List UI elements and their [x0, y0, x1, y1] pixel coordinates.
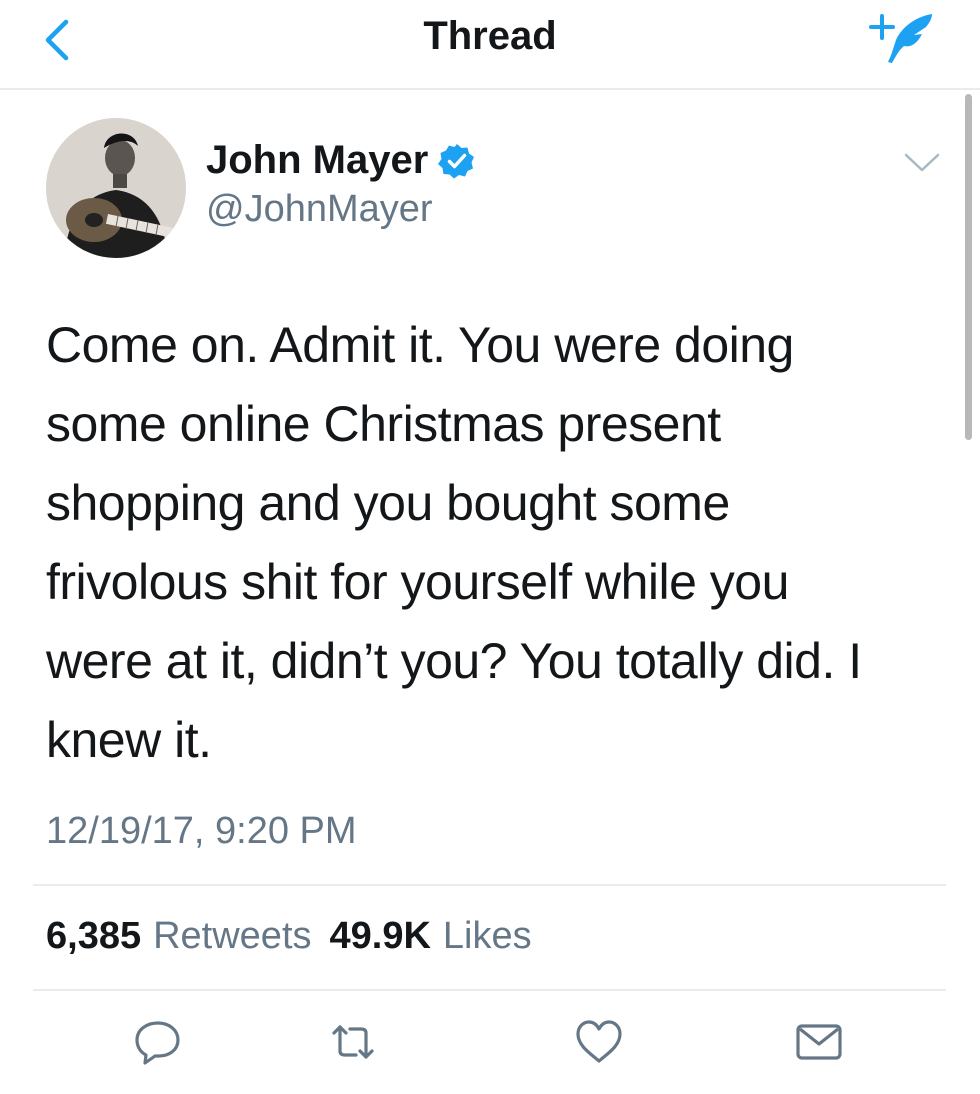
divider	[33, 989, 946, 991]
share-icon[interactable]	[794, 1017, 844, 1067]
avatar[interactable]	[46, 118, 186, 258]
author-name-row[interactable]: John Mayer	[206, 138, 476, 183]
like-icon[interactable]	[574, 1017, 624, 1067]
retweet-icon[interactable]	[328, 1017, 378, 1067]
divider	[33, 884, 946, 886]
likes-label[interactable]: Likes	[443, 915, 532, 958]
compose-tweet-icon[interactable]	[868, 8, 940, 68]
navigation-bar: Thread	[0, 0, 980, 90]
author-name[interactable]: John Mayer	[206, 138, 428, 183]
tweet-timestamp: 12/19/17, 9:20 PM	[46, 810, 357, 852]
page-title: Thread	[423, 14, 557, 58]
tweet-stats: 6,385 Retweets 49.9K Likes	[46, 915, 550, 958]
reply-icon[interactable]	[133, 1017, 183, 1067]
likes-count[interactable]: 49.9K	[330, 915, 431, 958]
retweets-label[interactable]: Retweets	[153, 915, 311, 958]
retweets-count[interactable]: 6,385	[46, 915, 141, 958]
avatar-photo	[46, 118, 186, 258]
verified-badge-icon	[438, 143, 475, 178]
author-handle[interactable]: @JohnMayer	[206, 188, 433, 231]
tweet-text: Come on. Admit it. You were doing some o…	[46, 317, 862, 768]
chevron-down-icon[interactable]	[902, 150, 942, 176]
scrollbar[interactable]	[965, 94, 972, 440]
